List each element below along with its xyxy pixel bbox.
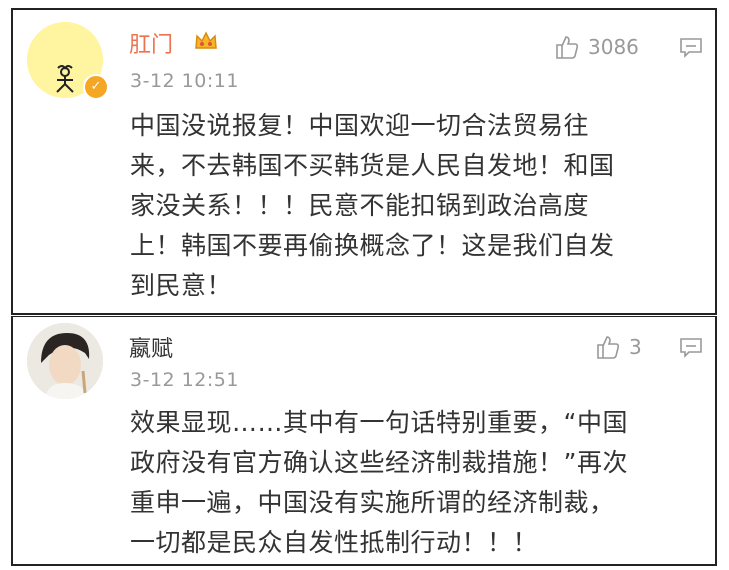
comment-text-line: 一切都是民众自发性抵制行动！！！: [130, 528, 539, 557]
username[interactable]: 嬴赋: [129, 331, 173, 363]
comment-text-line: 家没关系！！！民意不能扣锅到政治高度: [130, 191, 590, 220]
comment-text-line: 到民意！: [130, 271, 233, 300]
like-count: 3086: [588, 35, 639, 59]
username[interactable]: 肛门: [129, 27, 173, 59]
comment-text-line: 效果显现……其中有一句话特别重要，“中国: [130, 408, 628, 437]
comment-card: ✓ 肛门 3-12 10:11 3086 中国没说报复！中国欢迎一切合法贸易往 …: [11, 8, 717, 315]
comment-card: 嬴赋 3-12 12:51 3 效果显现……其中有一句话特别重要，“中国 政府没…: [11, 316, 717, 566]
avatar[interactable]: [27, 323, 103, 399]
reply-icon[interactable]: [679, 37, 703, 63]
comment-time: 3-12 12:51: [130, 369, 239, 391]
comment-text-line: 来，不去韩国不买韩货是人民自发地！和国: [130, 151, 615, 180]
comment-text: 效果显现……其中有一句话特别重要，“中国 政府没有官方确认这些经济制裁措施！”再…: [130, 403, 628, 563]
comment-text-line: 中国没说报复！中国欢迎一切合法贸易往: [130, 111, 590, 140]
comment-text-line: 重申一遍，中国没有实施所谓的经济制裁，: [130, 488, 615, 517]
like-count: 3: [629, 335, 642, 359]
comment-text-line: 政府没有官方确认这些经济制裁措施！”再次: [130, 448, 628, 477]
like-button[interactable]: 3086: [554, 34, 639, 60]
comment-text-line: 上！韩国不要再偷换概念了！这是我们自发: [130, 231, 615, 260]
like-button[interactable]: 3: [595, 334, 642, 360]
comment-time: 3-12 10:11: [130, 70, 239, 92]
thumbs-up-icon: [597, 336, 620, 359]
crown-icon: [193, 28, 219, 58]
comment-text: 中国没说报复！中国欢迎一切合法贸易往 来，不去韩国不买韩货是人民自发地！和国 家…: [130, 106, 615, 306]
reply-icon[interactable]: [679, 337, 703, 363]
thumbs-up-icon: [556, 36, 579, 59]
verified-icon: ✓: [83, 74, 109, 100]
